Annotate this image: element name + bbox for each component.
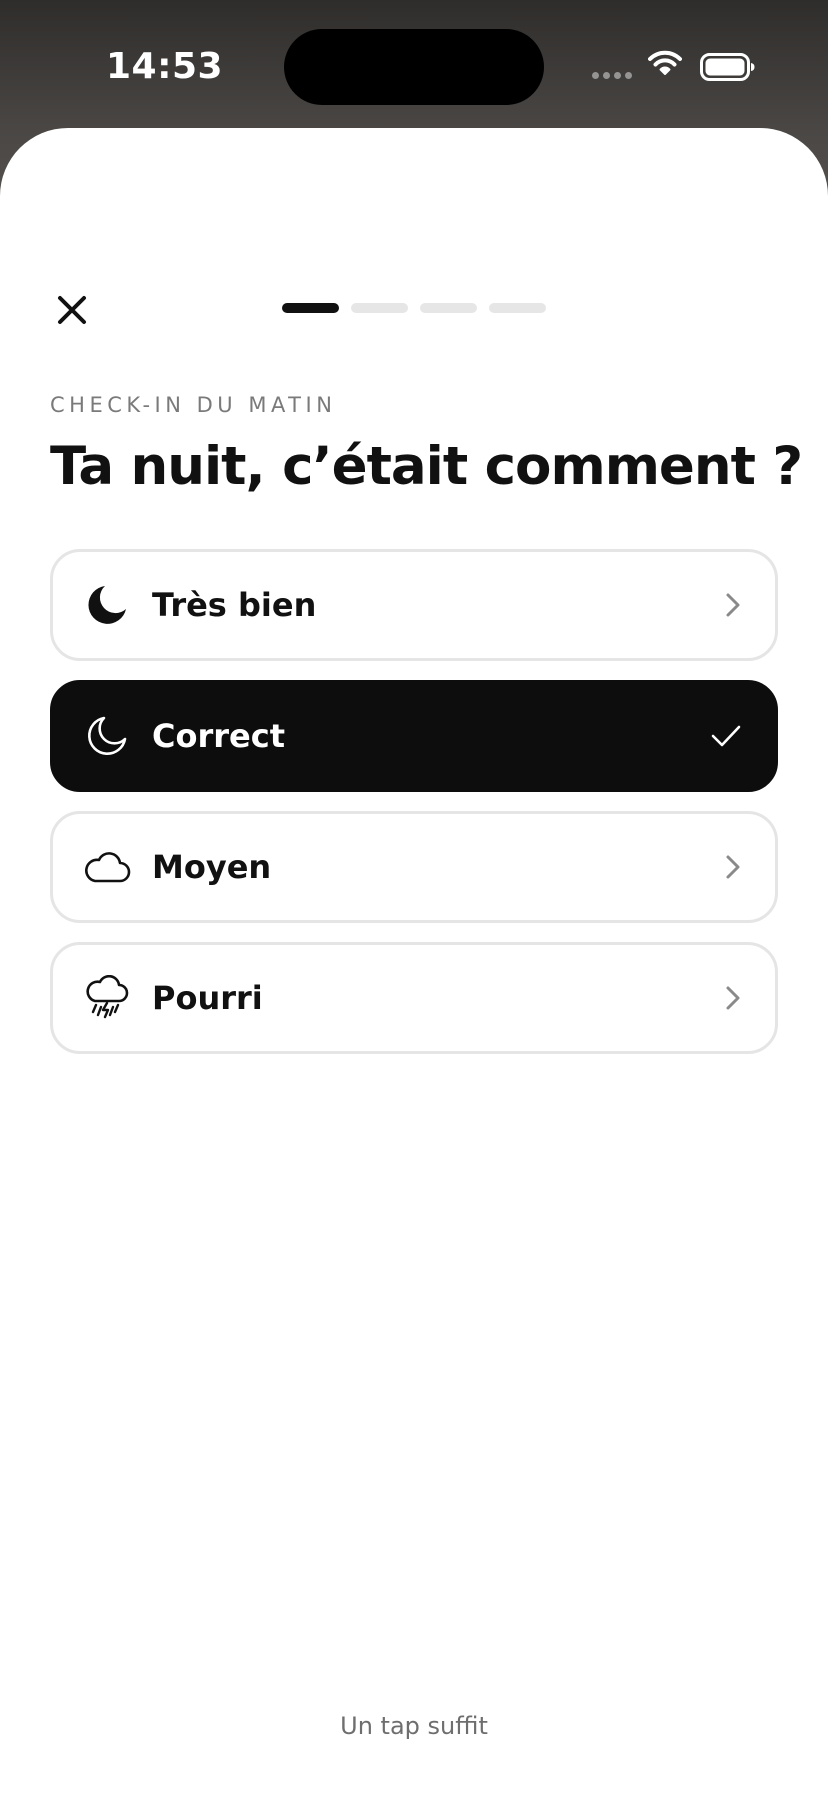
option-label: Correct — [152, 717, 285, 755]
close-icon — [58, 296, 86, 324]
cloud-icon — [83, 843, 131, 891]
cellular-signal-icon — [592, 72, 632, 79]
chevron-right-icon — [725, 985, 741, 1011]
moon-outline-icon — [83, 712, 131, 760]
battery-icon — [700, 53, 756, 85]
chevron-right-icon — [725, 854, 741, 880]
option-label: Moyen — [152, 848, 272, 886]
cloud-storm-icon — [83, 974, 131, 1022]
checkmark-icon — [711, 724, 741, 748]
options-list: Très bien Correct Moyen Pourri — [50, 549, 778, 1073]
status-bar: 14:53 — [0, 0, 828, 130]
moon-filled-icon — [83, 581, 131, 629]
page-title: Ta nuit, c’était comment ? — [50, 436, 803, 497]
progress-segment-1 — [282, 303, 339, 313]
chevron-right-icon — [725, 592, 741, 618]
option-moyen[interactable]: Moyen — [50, 811, 778, 923]
dynamic-island — [284, 29, 544, 105]
option-pourri[interactable]: Pourri — [50, 942, 778, 1054]
step-progress-indicator — [282, 303, 546, 313]
eyebrow-label: CHECK-IN DU MATIN — [50, 393, 337, 417]
status-time: 14:53 — [106, 46, 224, 87]
progress-segment-4 — [489, 303, 546, 313]
close-button[interactable] — [50, 288, 94, 332]
option-correct[interactable]: Correct — [50, 680, 778, 792]
option-label: Pourri — [152, 979, 263, 1017]
option-label: Très bien — [152, 586, 317, 624]
progress-segment-3 — [420, 303, 477, 313]
progress-segment-2 — [351, 303, 408, 313]
option-tres-bien[interactable]: Très bien — [50, 549, 778, 661]
wifi-icon — [648, 50, 682, 80]
footer-hint: Un tap suffit — [340, 1712, 488, 1740]
